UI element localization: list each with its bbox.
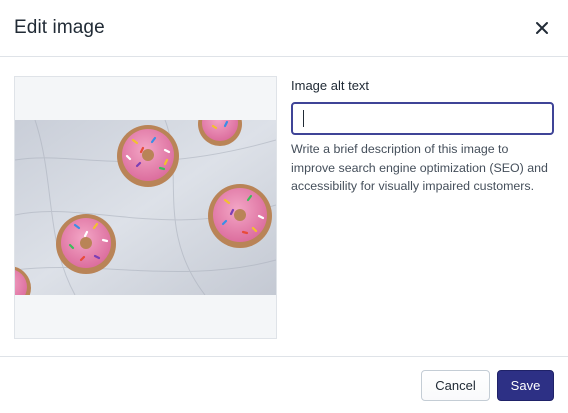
donut-3: [208, 184, 272, 248]
save-button[interactable]: Save: [497, 369, 554, 401]
alt-text-help: Write a brief description of this image …: [291, 142, 548, 193]
modal-body: Image alt text Write a brief description…: [0, 57, 568, 357]
alt-text-form: Image alt text Write a brief description…: [291, 76, 554, 196]
modal-footer: Cancel Save: [0, 357, 568, 413]
edit-image-modal: Edit image Image alt text Write a brief …: [0, 0, 568, 413]
text-caret: [303, 110, 304, 127]
alt-text-label: Image alt text: [291, 78, 370, 93]
modal-title: Edit image: [14, 17, 105, 38]
modal-header: Edit image: [0, 0, 568, 57]
image-preview: [14, 76, 277, 339]
close-icon: [536, 22, 548, 34]
close-button[interactable]: [528, 14, 556, 42]
donuts-photo: [15, 120, 276, 295]
cancel-button[interactable]: Cancel: [421, 369, 490, 401]
donut-2: [56, 214, 116, 274]
alt-text-input[interactable]: [291, 102, 554, 135]
